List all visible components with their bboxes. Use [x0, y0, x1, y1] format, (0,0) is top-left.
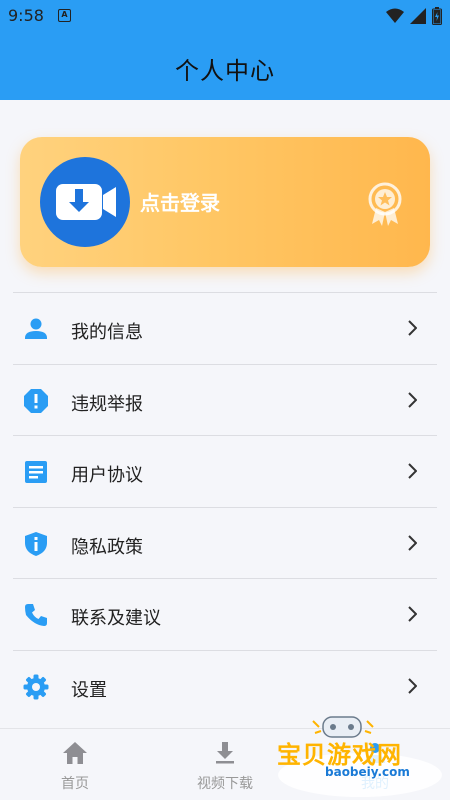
chevron-right-icon [408, 320, 417, 336]
user-icon [25, 318, 47, 339]
menu-item-label: 联系及建议 [71, 608, 161, 629]
video-download-icon [56, 184, 116, 220]
chevron-right-icon [408, 534, 417, 551]
status-bar: 9:58 A [0, 0, 450, 33]
alert-octagon-icon [24, 388, 48, 413]
battery-icon [432, 7, 442, 25]
nav-home[interactable]: 首页 [0, 729, 150, 800]
app-bar: 个人中心 [0, 33, 450, 100]
login-label[interactable]: 点击登录 [140, 187, 220, 216]
menu-item-my-info[interactable]: 我的信息 [13, 292, 437, 364]
home-icon [63, 742, 87, 764]
menu-item-report[interactable]: 违规举报 [13, 363, 437, 436]
watermark-url: baobeiy.com [325, 765, 410, 779]
watermark: 宝贝游戏网 baobeiy.com [275, 713, 445, 800]
chevron-right-icon [408, 677, 417, 694]
nav-label: 首页 [61, 776, 89, 792]
chevron-right-icon [408, 606, 417, 622]
download-icon [216, 742, 234, 764]
wifi-icon [386, 8, 404, 23]
login-card[interactable]: 点击登录 [20, 137, 430, 267]
page-title: 个人中心 [175, 57, 275, 85]
status-time: 9:58 [8, 6, 44, 25]
menu-item-settings[interactable]: 设置 [13, 649, 437, 722]
menu-item-privacy-policy[interactable]: 隐私政策 [13, 506, 437, 579]
menu-item-label: 我的信息 [71, 322, 143, 343]
document-icon [25, 461, 47, 483]
chevron-right-icon [408, 463, 417, 479]
menu-list: 我的信息 违规举报 用户协议 隐私政策 联系及建议 设置 [13, 292, 437, 721]
menu-item-user-agreement[interactable]: 用户协议 [13, 435, 437, 507]
menu-item-label: 违规举报 [71, 393, 143, 415]
notification-icon: A [58, 9, 71, 22]
shield-info-icon [25, 531, 47, 556]
medal-icon [368, 182, 402, 226]
menu-item-label: 隐私政策 [71, 536, 143, 558]
gear-icon [23, 674, 49, 699]
menu-item-label: 设置 [71, 679, 107, 701]
status-indicators [386, 7, 442, 25]
menu-item-contact[interactable]: 联系及建议 [13, 578, 437, 650]
signal-icon [410, 8, 426, 24]
menu-item-label: 用户协议 [71, 465, 143, 486]
phone-icon [25, 604, 47, 626]
avatar[interactable] [40, 157, 130, 247]
chevron-right-icon [408, 391, 417, 408]
